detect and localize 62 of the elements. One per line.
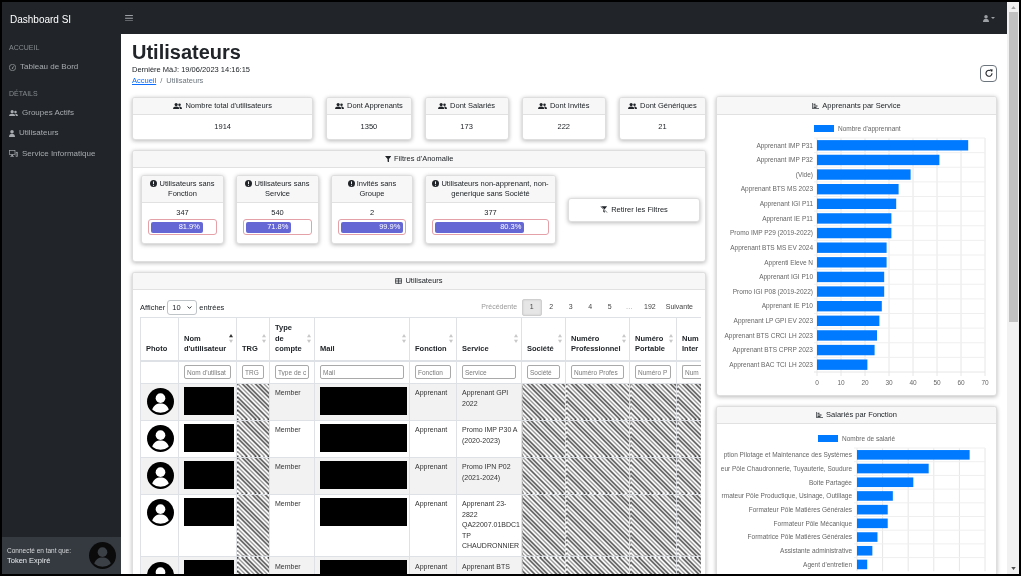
users-icon xyxy=(537,102,547,110)
sidebar-item[interactable]: Service Informatique xyxy=(2,143,121,164)
alert-circle-icon xyxy=(347,180,355,187)
refresh-button[interactable] xyxy=(980,64,997,82)
refresh-icon xyxy=(984,69,993,77)
menu-button[interactable] xyxy=(125,14,133,22)
redaction-block xyxy=(184,460,234,489)
filter-icon xyxy=(384,155,392,163)
user-menu-button[interactable] xyxy=(983,14,995,22)
sidebar-item[interactable]: Groupes Actifs xyxy=(2,102,121,123)
gauge-icon xyxy=(9,63,16,71)
sidebar-item[interactable]: Utilisateurs xyxy=(2,123,121,144)
bar xyxy=(817,344,875,356)
scroll-down-icon xyxy=(1010,567,1016,570)
bar xyxy=(857,463,929,474)
users-icon xyxy=(628,102,638,110)
sidebar-item[interactable]: Tableau de Bord xyxy=(2,57,121,78)
user-icon xyxy=(983,14,989,22)
avatar-icon xyxy=(147,499,174,526)
alert-circle-icon xyxy=(245,180,253,187)
bar-chart-icon xyxy=(812,102,820,109)
bar xyxy=(817,271,885,283)
redaction-block xyxy=(184,423,234,452)
table-icon xyxy=(395,278,403,284)
bar xyxy=(857,477,914,488)
bar xyxy=(857,545,873,556)
redaction-block xyxy=(184,386,234,415)
users-icon xyxy=(335,102,344,110)
alert-circle-icon xyxy=(432,180,440,187)
bar xyxy=(857,504,888,515)
avatar-icon xyxy=(89,542,116,569)
users-icon xyxy=(173,102,183,110)
avatar-icon xyxy=(147,462,174,489)
bar xyxy=(817,330,877,341)
bar xyxy=(857,491,893,501)
page-title: Utilisateurs xyxy=(132,40,242,64)
filter-slash-icon xyxy=(600,206,609,213)
bar xyxy=(817,242,887,253)
legend-swatch xyxy=(818,435,838,442)
avatar-icon xyxy=(147,425,174,452)
bar xyxy=(817,315,880,326)
redaction-block xyxy=(184,497,234,526)
scroll-up-icon xyxy=(1010,6,1016,9)
bar xyxy=(817,301,882,312)
avatar-icon xyxy=(147,388,174,415)
desktop-icon xyxy=(9,150,18,158)
brand-title[interactable]: Dashboard SI xyxy=(10,14,72,25)
bar xyxy=(857,532,878,542)
chevron-down-icon xyxy=(187,306,193,309)
users-icon xyxy=(9,109,18,116)
bar xyxy=(817,286,885,297)
caret-icon xyxy=(991,17,995,19)
users-icon xyxy=(438,102,448,110)
menu-icon xyxy=(125,14,133,22)
bar xyxy=(857,559,868,570)
bar xyxy=(817,257,887,268)
user-icon xyxy=(9,129,15,137)
bar-chart-icon xyxy=(816,412,824,418)
bar xyxy=(857,518,888,529)
alert-circle-icon xyxy=(150,180,158,187)
scrollbar-thumb[interactable] xyxy=(1008,12,1018,322)
bar xyxy=(817,359,868,370)
